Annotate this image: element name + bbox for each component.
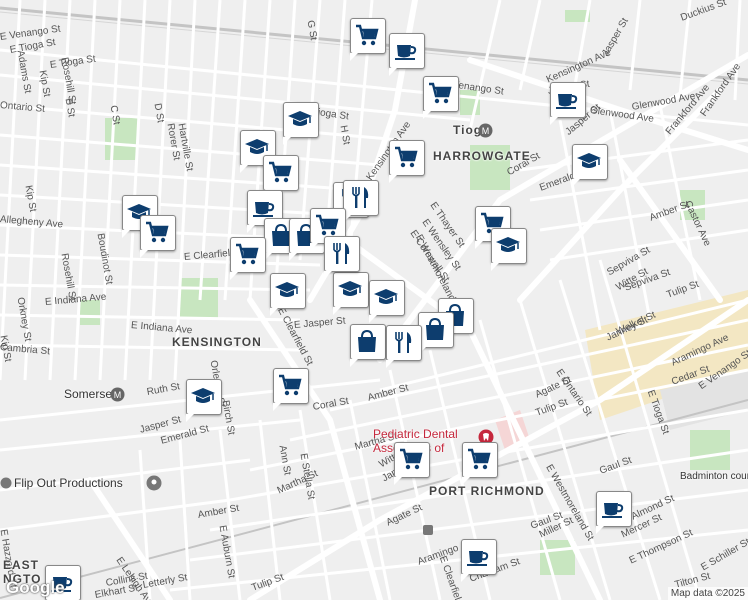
grocery-marker[interactable] <box>140 215 176 258</box>
train-station-icon[interactable]: M <box>478 123 493 138</box>
svg-text:M: M <box>482 126 490 136</box>
school-marker[interactable] <box>283 102 319 145</box>
restaurant-marker[interactable] <box>386 325 422 368</box>
school-marker[interactable] <box>491 228 527 271</box>
svg-text:M: M <box>114 390 122 400</box>
shopping-marker[interactable] <box>350 324 386 367</box>
badminton-label[interactable]: Badminton cour <box>680 471 748 482</box>
map-copyright: Map data ©2025 <box>667 587 748 600</box>
bus-stop-icon[interactable] <box>422 524 434 536</box>
map-canvas[interactable]: E Venango St E Tioga St E Tioga St E Venang… <box>0 0 748 600</box>
kensington-label: KENSINGTON <box>172 335 262 349</box>
grocery-marker[interactable] <box>350 18 386 61</box>
school-marker[interactable] <box>333 272 369 315</box>
cafe-marker[interactable] <box>550 82 586 125</box>
restaurant-marker[interactable] <box>324 236 360 279</box>
train-station-icon[interactable]: M <box>110 387 125 402</box>
location-pin-icon <box>0 477 12 489</box>
google-logo: Google <box>6 578 65 597</box>
grocery-marker[interactable] <box>423 76 459 119</box>
pediatric-dental-label[interactable]: Pediatric Dental <box>373 427 458 441</box>
somerset-label: Somerset <box>64 387 116 401</box>
restaurant-marker[interactable] <box>343 180 379 223</box>
grocery-marker[interactable] <box>389 140 425 183</box>
cafe-marker[interactable] <box>596 491 632 534</box>
cafe-marker[interactable] <box>461 539 497 582</box>
cafe-marker[interactable] <box>389 33 425 76</box>
flip-out-label[interactable]: Flip Out Productions <box>14 476 123 490</box>
grocery-marker[interactable] <box>394 442 430 485</box>
harrowgate-label: HARROWGATE <box>433 149 531 163</box>
school-marker[interactable] <box>369 280 405 323</box>
east-kensington-label-1: EAST <box>3 558 40 572</box>
grocery-marker[interactable] <box>230 237 266 280</box>
school-marker[interactable] <box>186 379 222 422</box>
grocery-marker[interactable] <box>462 442 498 485</box>
school-marker[interactable] <box>270 273 306 316</box>
school-marker[interactable] <box>572 144 608 187</box>
grocery-marker[interactable] <box>263 155 299 198</box>
port-richmond-label: PORT RICHMOND <box>429 484 545 498</box>
location-pin-icon[interactable] <box>146 475 162 491</box>
grocery-marker[interactable] <box>273 368 309 411</box>
shopping-marker[interactable] <box>418 312 454 355</box>
